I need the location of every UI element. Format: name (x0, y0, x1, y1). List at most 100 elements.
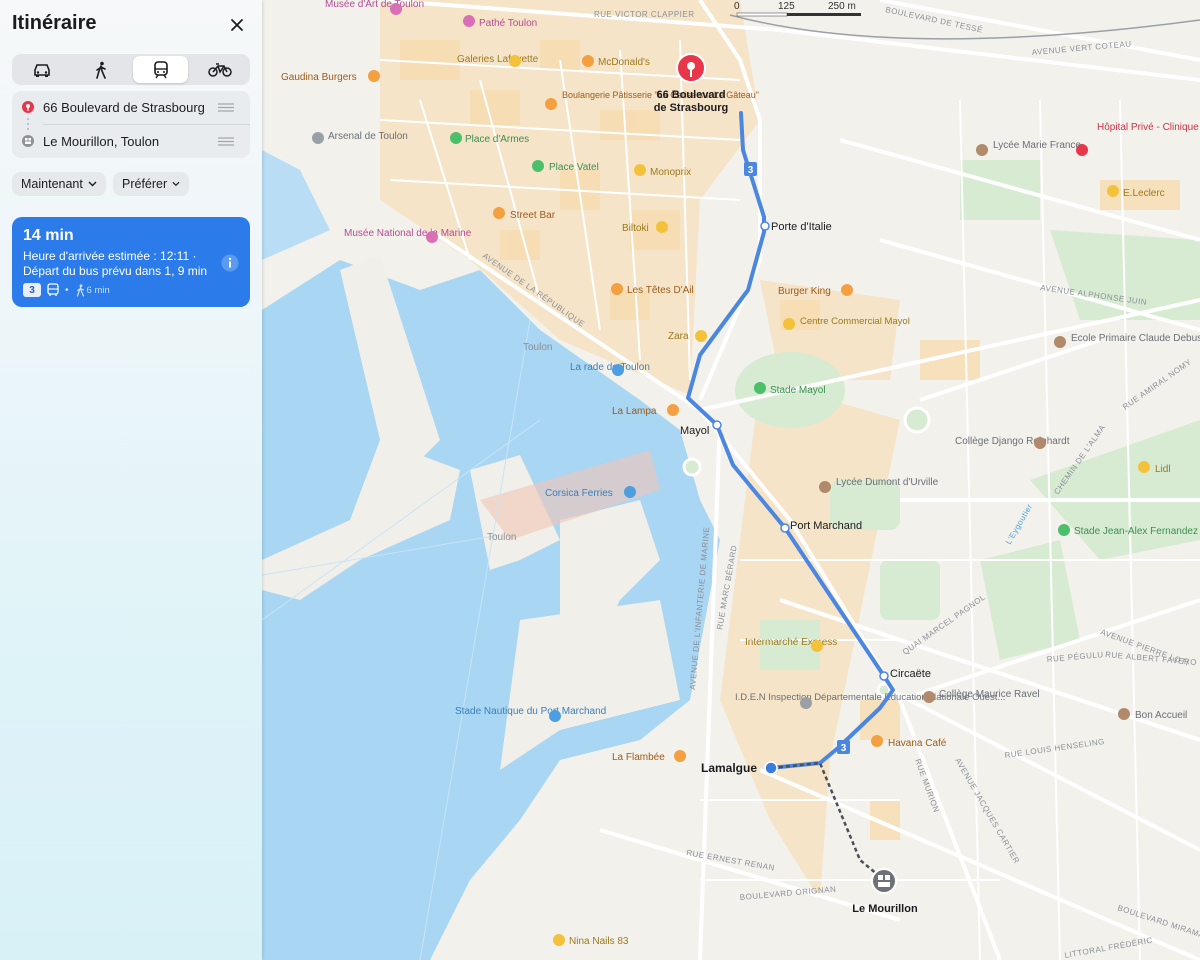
bike-icon (207, 62, 232, 77)
svg-text:3: 3 (841, 743, 847, 754)
stop-marker (879, 671, 889, 681)
route-badge: 3 (744, 162, 757, 176)
scale-end: 250 m (828, 1, 856, 12)
svg-text:Galeries Lafayette: Galeries Lafayette (457, 54, 539, 65)
route-duration: 14 min (23, 227, 74, 244)
svg-text:Intermarché Express: Intermarché Express (745, 637, 837, 648)
destination-pin-icon[interactable] (871, 868, 897, 894)
walk-icon (95, 61, 106, 79)
transit-icon (153, 60, 168, 78)
chevron-down-icon (88, 181, 97, 187)
destination-label: Le Mourillon, Toulon (43, 134, 160, 149)
stop-marker (712, 420, 722, 430)
route-summary: 3 • 6 min (23, 283, 110, 297)
transport-mode-selector (12, 54, 250, 85)
current-stop-label: Lamalgue (701, 761, 757, 775)
mode-car-button[interactable] (14, 56, 69, 83)
svg-text:Zara: Zara (668, 331, 689, 342)
svg-text:Stade Mayol: Stade Mayol (770, 385, 826, 396)
destination-row[interactable]: Le Mourillon, Toulon (12, 125, 250, 158)
svg-text:Hôpital Privé - Clinique Saint: Hôpital Privé - Clinique Saint Jean (1097, 122, 1200, 133)
stop-label: Porte d'Italie (771, 221, 832, 233)
svg-text:Havana Café: Havana Café (888, 738, 947, 749)
directions-panel: Itinéraire 66 Boulevard de Strasbourg Le… (0, 0, 262, 960)
mode-transit-button[interactable] (133, 56, 188, 83)
svg-text:Place Vatel: Place Vatel (549, 162, 599, 173)
separator-dot: • (65, 284, 69, 296)
route-option-card[interactable]: 14 min Heure d'arrivée estimée : 12:11 ·… (12, 217, 250, 307)
walk-icon (76, 283, 84, 297)
destination-label: Le Mourillon (852, 903, 918, 915)
start-pin-icon[interactable] (676, 53, 706, 83)
svg-text:McDonald's: McDonald's (598, 57, 650, 68)
eta-line-1: Heure d'arrivée estimée : 12:11 · (23, 249, 197, 263)
poi-zara: Zara (668, 330, 707, 342)
svg-text:Stade Nautique du Port Marchan: Stade Nautique du Port Marchand (455, 706, 606, 717)
svg-text:Musée d'Art de Toulon: Musée d'Art de Toulon (325, 0, 424, 10)
svg-text:Arsenal de Toulon: Arsenal de Toulon (328, 131, 408, 142)
pin-icon (22, 101, 34, 113)
poi-toulon-1: Toulon (523, 342, 552, 353)
stop-label: Circaëte (890, 668, 931, 680)
scale-mid: 125 (778, 1, 795, 12)
start-label-line2: de Strasbourg (654, 102, 729, 114)
poi-biltoki: Biltoki (622, 221, 668, 234)
origin-label: 66 Boulevard de Strasbourg (43, 100, 205, 115)
svg-text:La Lampa: La Lampa (612, 406, 657, 417)
svg-text:Centre Commercial Mayol: Centre Commercial Mayol (800, 316, 910, 327)
svg-text:Stade Jean-Alex Fernandez: Stade Jean-Alex Fernandez (1074, 526, 1198, 537)
mode-walk-button[interactable] (73, 56, 128, 83)
svg-text:La rade de Toulon: La rade de Toulon (570, 362, 650, 373)
svg-text:Gaudina Burgers: Gaudina Burgers (281, 72, 357, 83)
poi-stade-jean: Stade Jean-Alex Fernandez (1058, 524, 1198, 537)
departure-time-label: Maintenant (21, 177, 83, 191)
current-stop-marker[interactable] (764, 761, 778, 775)
reorder-handle-icon[interactable] (218, 103, 234, 112)
svg-text:Bon Accueil: Bon Accueil (1135, 710, 1187, 721)
svg-text:Lycée Marie France: Lycée Marie France (993, 140, 1081, 151)
scale-zero: 0 (734, 1, 740, 12)
svg-text:Street Bar: Street Bar (510, 210, 556, 221)
poi-toulon-2: Toulon (487, 532, 516, 543)
svg-text:Monoprix: Monoprix (650, 167, 691, 178)
svg-text:Burger King: Burger King (778, 286, 831, 297)
svg-text:Place d'Armes: Place d'Armes (465, 134, 529, 145)
svg-text:Biltoki: Biltoki (622, 223, 649, 234)
route-eta: Heure d'arrivée estimée : 12:11 · Départ… (23, 249, 223, 279)
reorder-handle-icon[interactable] (218, 137, 234, 146)
origin-row[interactable]: 66 Boulevard de Strasbourg (12, 91, 250, 124)
svg-text:Collège Maurice Ravel: Collège Maurice Ravel (939, 689, 1040, 700)
stop-marker (760, 221, 770, 231)
destination-icon (22, 135, 34, 147)
panel-title: Itinéraire (12, 12, 97, 34)
svg-text:La Flambée: La Flambée (612, 752, 665, 763)
svg-text:3: 3 (748, 165, 754, 176)
preferences-dropdown[interactable]: Préférer (113, 172, 189, 196)
street-label: RUE VICTOR CLAPPIER (594, 10, 694, 19)
car-icon (33, 63, 50, 77)
bus-line-badge: 3 (23, 283, 41, 297)
svg-text:Lycée Dumont d'Urville: Lycée Dumont d'Urville (836, 477, 939, 488)
eta-line-2: Départ du bus prévu dans 1, 9 min (23, 264, 208, 278)
route-badge: 3 (837, 740, 850, 754)
stop-label: Port Marchand (790, 520, 862, 532)
stop-marker (780, 523, 790, 533)
chevron-down-icon (172, 181, 180, 187)
mode-bike-button[interactable] (192, 56, 247, 83)
departure-time-dropdown[interactable]: Maintenant (12, 172, 106, 196)
stop-label: Mayol (680, 425, 709, 437)
walk-time: 6 min (86, 284, 110, 296)
bus-icon (47, 283, 59, 296)
svg-text:Collège Django Reinhardt: Collège Django Reinhardt (955, 436, 1070, 447)
info-icon[interactable] (221, 254, 239, 272)
close-icon[interactable] (226, 14, 248, 36)
svg-text:Ecole Primaire Claude Debussy: Ecole Primaire Claude Debussy (1071, 333, 1200, 344)
svg-text:Corsica Ferries: Corsica Ferries (545, 488, 613, 499)
svg-text:Musée National de la Marine: Musée National de la Marine (344, 228, 472, 239)
svg-text:Nina Nails 83: Nina Nails 83 (569, 936, 629, 947)
svg-text:E.Leclerc: E.Leclerc (1123, 188, 1165, 199)
start-label-line1: 66 Boulevard (656, 89, 725, 101)
svg-text:Les Têtes D'Ail: Les Têtes D'Ail (627, 285, 694, 296)
svg-text:Pathé Toulon: Pathé Toulon (479, 18, 537, 29)
svg-text:Lidl: Lidl (1155, 464, 1171, 475)
